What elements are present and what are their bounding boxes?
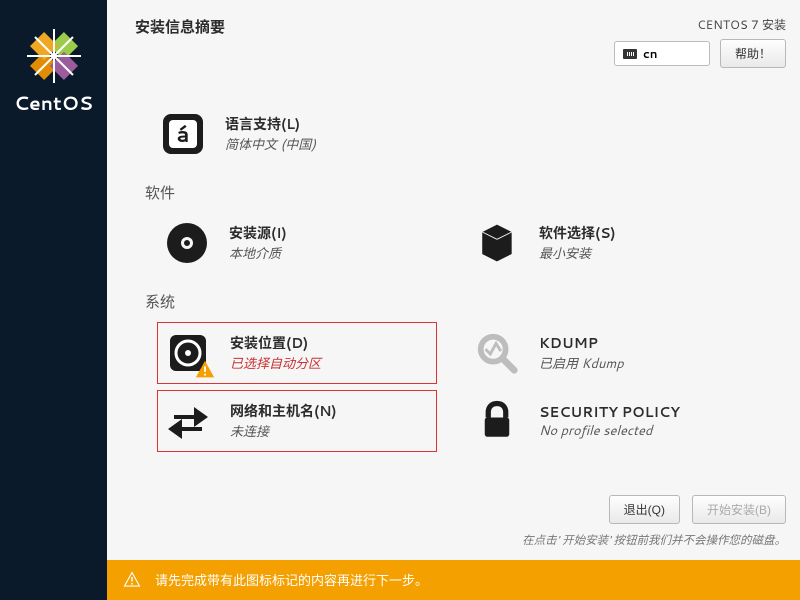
product-name: CentOS bbox=[14, 90, 93, 117]
spoke-title: 网络和主机名(N) bbox=[230, 401, 337, 421]
header: 安装信息摘要 CENTOS 7 安装 cn 帮助！ bbox=[107, 0, 800, 68]
spoke-installation-destination[interactable]: 安装位置(D) 已选择自动分区 bbox=[157, 322, 437, 384]
section-header-system: 系统 bbox=[145, 291, 780, 312]
network-icon bbox=[164, 397, 212, 445]
main-panel: 安装信息摘要 CENTOS 7 安装 cn 帮助！ á bbox=[107, 0, 800, 560]
warning-bar: 请先完成带有此图标标记的内容再进行下一步。 bbox=[107, 560, 800, 600]
disk-icon bbox=[164, 329, 212, 377]
spoke-title: SECURITY POLICY bbox=[539, 402, 680, 422]
spoke-security-policy[interactable]: SECURITY POLICY No profile selected bbox=[467, 390, 747, 452]
package-icon bbox=[473, 219, 521, 267]
disc-icon bbox=[163, 219, 211, 267]
spoke-installation-source[interactable]: 安装源(I) 本地介质 bbox=[157, 213, 437, 273]
product-line: CENTOS 7 安装 bbox=[697, 16, 786, 33]
spoke-title: 语言支持(L) bbox=[225, 114, 316, 134]
warning-text: 请先完成带有此图标标记的内容再进行下一步。 bbox=[155, 570, 428, 590]
spoke-status: 已启用 Kdump bbox=[539, 353, 624, 373]
spoke-status: 最小安装 bbox=[539, 243, 616, 263]
keyboard-icon bbox=[623, 49, 637, 59]
begin-install-button[interactable]: 开始安装(B) bbox=[692, 495, 786, 524]
footer-buttons: 退出(Q) 开始安装(B) bbox=[609, 495, 786, 524]
centos-logo-icon bbox=[26, 28, 82, 84]
spoke-network-hostname[interactable]: 网络和主机名(N) 未连接 bbox=[157, 390, 437, 452]
spoke-title: 软件选择(S) bbox=[539, 223, 616, 243]
spoke-status: 未连接 bbox=[230, 421, 337, 441]
language-icon: á bbox=[159, 110, 207, 158]
page-title: 安装信息摘要 bbox=[135, 16, 225, 37]
warning-icon bbox=[123, 571, 141, 589]
spoke-software-selection[interactable]: 软件选择(S) 最小安装 bbox=[467, 213, 747, 273]
sidebar: CentOS bbox=[0, 0, 107, 600]
spoke-status: 本地介质 bbox=[229, 243, 287, 263]
keyboard-layout-indicator[interactable]: cn bbox=[614, 41, 710, 66]
spoke-title: 安装位置(D) bbox=[230, 333, 321, 353]
spoke-status: 简体中文 (中国) bbox=[225, 134, 316, 154]
magnifier-icon bbox=[473, 329, 521, 377]
lock-icon bbox=[473, 397, 521, 445]
section-header-software: 软件 bbox=[145, 182, 780, 203]
help-button[interactable]: 帮助！ bbox=[720, 39, 786, 68]
quit-button[interactable]: 退出(Q) bbox=[609, 495, 680, 524]
spoke-title: 安装源(I) bbox=[229, 223, 287, 243]
spoke-kdump[interactable]: KDUMP 已启用 Kdump bbox=[467, 322, 747, 384]
keyboard-layout-label: cn bbox=[643, 45, 658, 62]
spoke-language-support[interactable]: á 语言支持(L) 简体中文 (中国) bbox=[153, 104, 433, 164]
svg-text:á: á bbox=[176, 119, 189, 150]
warning-badge-icon bbox=[194, 359, 216, 381]
footer-hint: 在点击' 开始安装' 按钮前我们并不会操作您的磁盘。 bbox=[522, 531, 786, 548]
spoke-status: No profile selected bbox=[539, 422, 680, 440]
spoke-status: 已选择自动分区 bbox=[230, 353, 321, 373]
spoke-title: KDUMP bbox=[539, 333, 624, 353]
content-area: á 语言支持(L) 简体中文 (中国) 软件 bbox=[107, 68, 800, 452]
